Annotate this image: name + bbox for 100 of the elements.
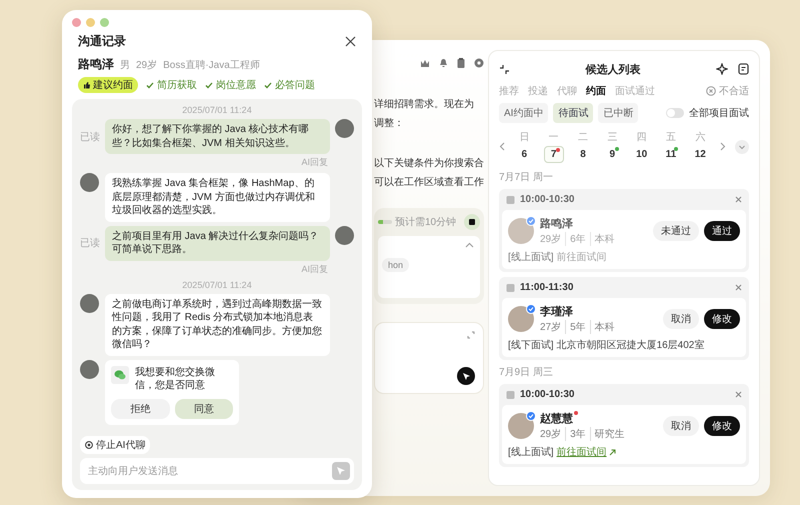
close-icon[interactable] <box>345 36 356 47</box>
weekday-label: 日 <box>519 131 530 144</box>
day-button[interactable]: 7 <box>544 146 564 163</box>
day-button[interactable]: 9 <box>602 146 622 163</box>
message-text: 可以在工作区域查看工作 <box>374 176 484 190</box>
avatar <box>508 306 534 332</box>
filter-chip[interactable]: 待面试 <box>553 103 594 123</box>
candidate-name: 李瑾泽 <box>540 304 573 319</box>
notes-icon[interactable] <box>738 63 749 75</box>
chevron-left-icon[interactable] <box>499 142 505 151</box>
source-text: Boss直聘·Java工程师 <box>163 58 260 72</box>
interview-mode: [线下面试] <box>508 338 554 352</box>
gender-text: 男 <box>120 59 130 72</box>
stop-circle-icon <box>85 441 93 449</box>
wechat-icon <box>111 366 129 384</box>
stop-icon <box>469 219 475 225</box>
action-button[interactable]: 取消 <box>663 416 699 436</box>
day-button[interactable]: 12 <box>690 146 710 163</box>
candidate-detail: 29岁 <box>540 428 562 441</box>
eta-text: 预计需10分钟 <box>395 216 456 229</box>
message-text: 详细招聘需求。现在为 <box>374 98 475 112</box>
candidate-name: 路鸣泽 <box>78 56 114 73</box>
expand-icon[interactable] <box>467 331 475 339</box>
collapse-icon[interactable] <box>499 64 510 74</box>
action-button[interactable]: 修改 <box>704 416 740 436</box>
candidate-detail: 3年 <box>565 427 590 441</box>
timestamp: 2025/07/01 11:24 <box>181 105 253 115</box>
toggle-switch[interactable] <box>666 108 684 118</box>
interview-mode: [线上面试] <box>508 250 554 264</box>
close-circle-icon <box>706 86 716 96</box>
meeting-room-link[interactable]: 前往面试间 <box>556 445 616 459</box>
calendar-icon <box>506 390 515 399</box>
candidate-detail: 29岁 <box>540 232 562 246</box>
weekday-label: 二 <box>578 131 588 144</box>
filter-chip[interactable]: 已中断 <box>598 103 638 123</box>
response-button[interactable]: 同意 <box>174 398 233 418</box>
chevron-up-icon[interactable] <box>465 242 474 248</box>
day-button[interactable]: 11 <box>660 146 681 163</box>
day-button[interactable]: 10 <box>632 146 652 163</box>
skill-tag: hon <box>382 258 410 272</box>
crown-icon[interactable] <box>420 58 430 68</box>
action-button[interactable]: 取消 <box>663 309 699 329</box>
external-link-icon <box>608 448 616 456</box>
candidate-detail: 5年 <box>565 320 590 334</box>
bell-icon[interactable] <box>439 58 448 68</box>
window-maximize-button[interactable] <box>100 18 109 27</box>
day-button[interactable]: 6 <box>514 146 534 163</box>
message-text: 以下关键条件为你搜索合 <box>374 157 484 171</box>
stop-ai-chat-button[interactable]: 停止AI代聊 <box>80 436 150 454</box>
check-icon <box>205 82 213 88</box>
timestamp: 2025/07/01 11:24 <box>181 280 253 290</box>
avatar <box>335 226 354 244</box>
read-status: 已读 <box>80 236 100 250</box>
verified-badge-icon <box>526 216 536 226</box>
date-heading: 7月7日 周一 <box>499 171 554 184</box>
ai-reply-label: AI回复 <box>300 156 329 169</box>
check-item: 简历获取 <box>146 78 197 92</box>
age-text: 29岁 <box>136 58 158 72</box>
message-bubble: 你好，想了解下你掌握的 Java 核心技术有哪些？比如集合框架、JVM 相关知识这些。 <box>105 119 330 154</box>
expand-down-icon[interactable] <box>734 140 749 154</box>
message-text: 调整： <box>374 116 405 130</box>
chevron-right-icon[interactable] <box>720 142 726 151</box>
time-slot-text: 11:00-11:30 <box>520 282 574 293</box>
weekday-label: 三 <box>607 131 618 144</box>
time-slot-text: 10:00-10:30 <box>520 194 574 205</box>
message-bubble: 我熟练掌握 Java 集合框架，像 HashMap、的底层原理都清楚，JVM 方面也做过内存调优和垃圾回收器的选型实践。 <box>105 173 330 222</box>
action-button[interactable]: 通过 <box>704 221 740 241</box>
avatar <box>508 413 534 439</box>
action-button[interactable]: 修改 <box>704 309 740 329</box>
candidate-detail: 研究生 <box>590 427 629 441</box>
candidate-detail: 本科 <box>590 232 619 246</box>
window-title: 沟通记录 <box>78 33 126 50</box>
check-item: 必答问题 <box>264 78 315 92</box>
prompt-input-box[interactable] <box>374 322 484 394</box>
filter-chip[interactable]: AI约面中 <box>499 103 548 123</box>
avatar <box>335 119 354 138</box>
day-button[interactable]: 8 <box>572 146 593 163</box>
ai-reply-label: AI回复 <box>300 262 329 276</box>
read-status: 已读 <box>80 130 100 144</box>
window-close-button[interactable] <box>72 18 81 27</box>
settings-icon[interactable] <box>474 58 484 68</box>
verified-badge-icon <box>526 411 536 421</box>
calendar-icon <box>506 195 515 204</box>
action-button[interactable]: 未通过 <box>653 221 699 241</box>
sparkle-icon[interactable] <box>716 63 728 75</box>
avatar <box>80 360 99 378</box>
avatar <box>80 294 99 312</box>
suggest-interview-badge: 建议约面 <box>78 77 138 93</box>
time-slot-text: 10:00-10:30 <box>520 389 574 400</box>
tab[interactable]: 约面 <box>586 84 606 98</box>
response-button[interactable]: 拒绝 <box>111 398 170 418</box>
message-input-field[interactable]: 主动向用户发送消息 <box>80 458 354 484</box>
check-icon <box>264 82 272 88</box>
send-button[interactable] <box>457 367 475 385</box>
address-text: 北京市朝阳区冠捷大厦16层402室 <box>556 338 704 352</box>
stop-button[interactable] <box>464 214 480 230</box>
interview-mode: [线上面试] <box>508 446 554 459</box>
weekday-label: 四 <box>636 131 647 144</box>
candidate-detail: 6年 <box>565 232 590 246</box>
weekday-label: 六 <box>695 130 706 144</box>
